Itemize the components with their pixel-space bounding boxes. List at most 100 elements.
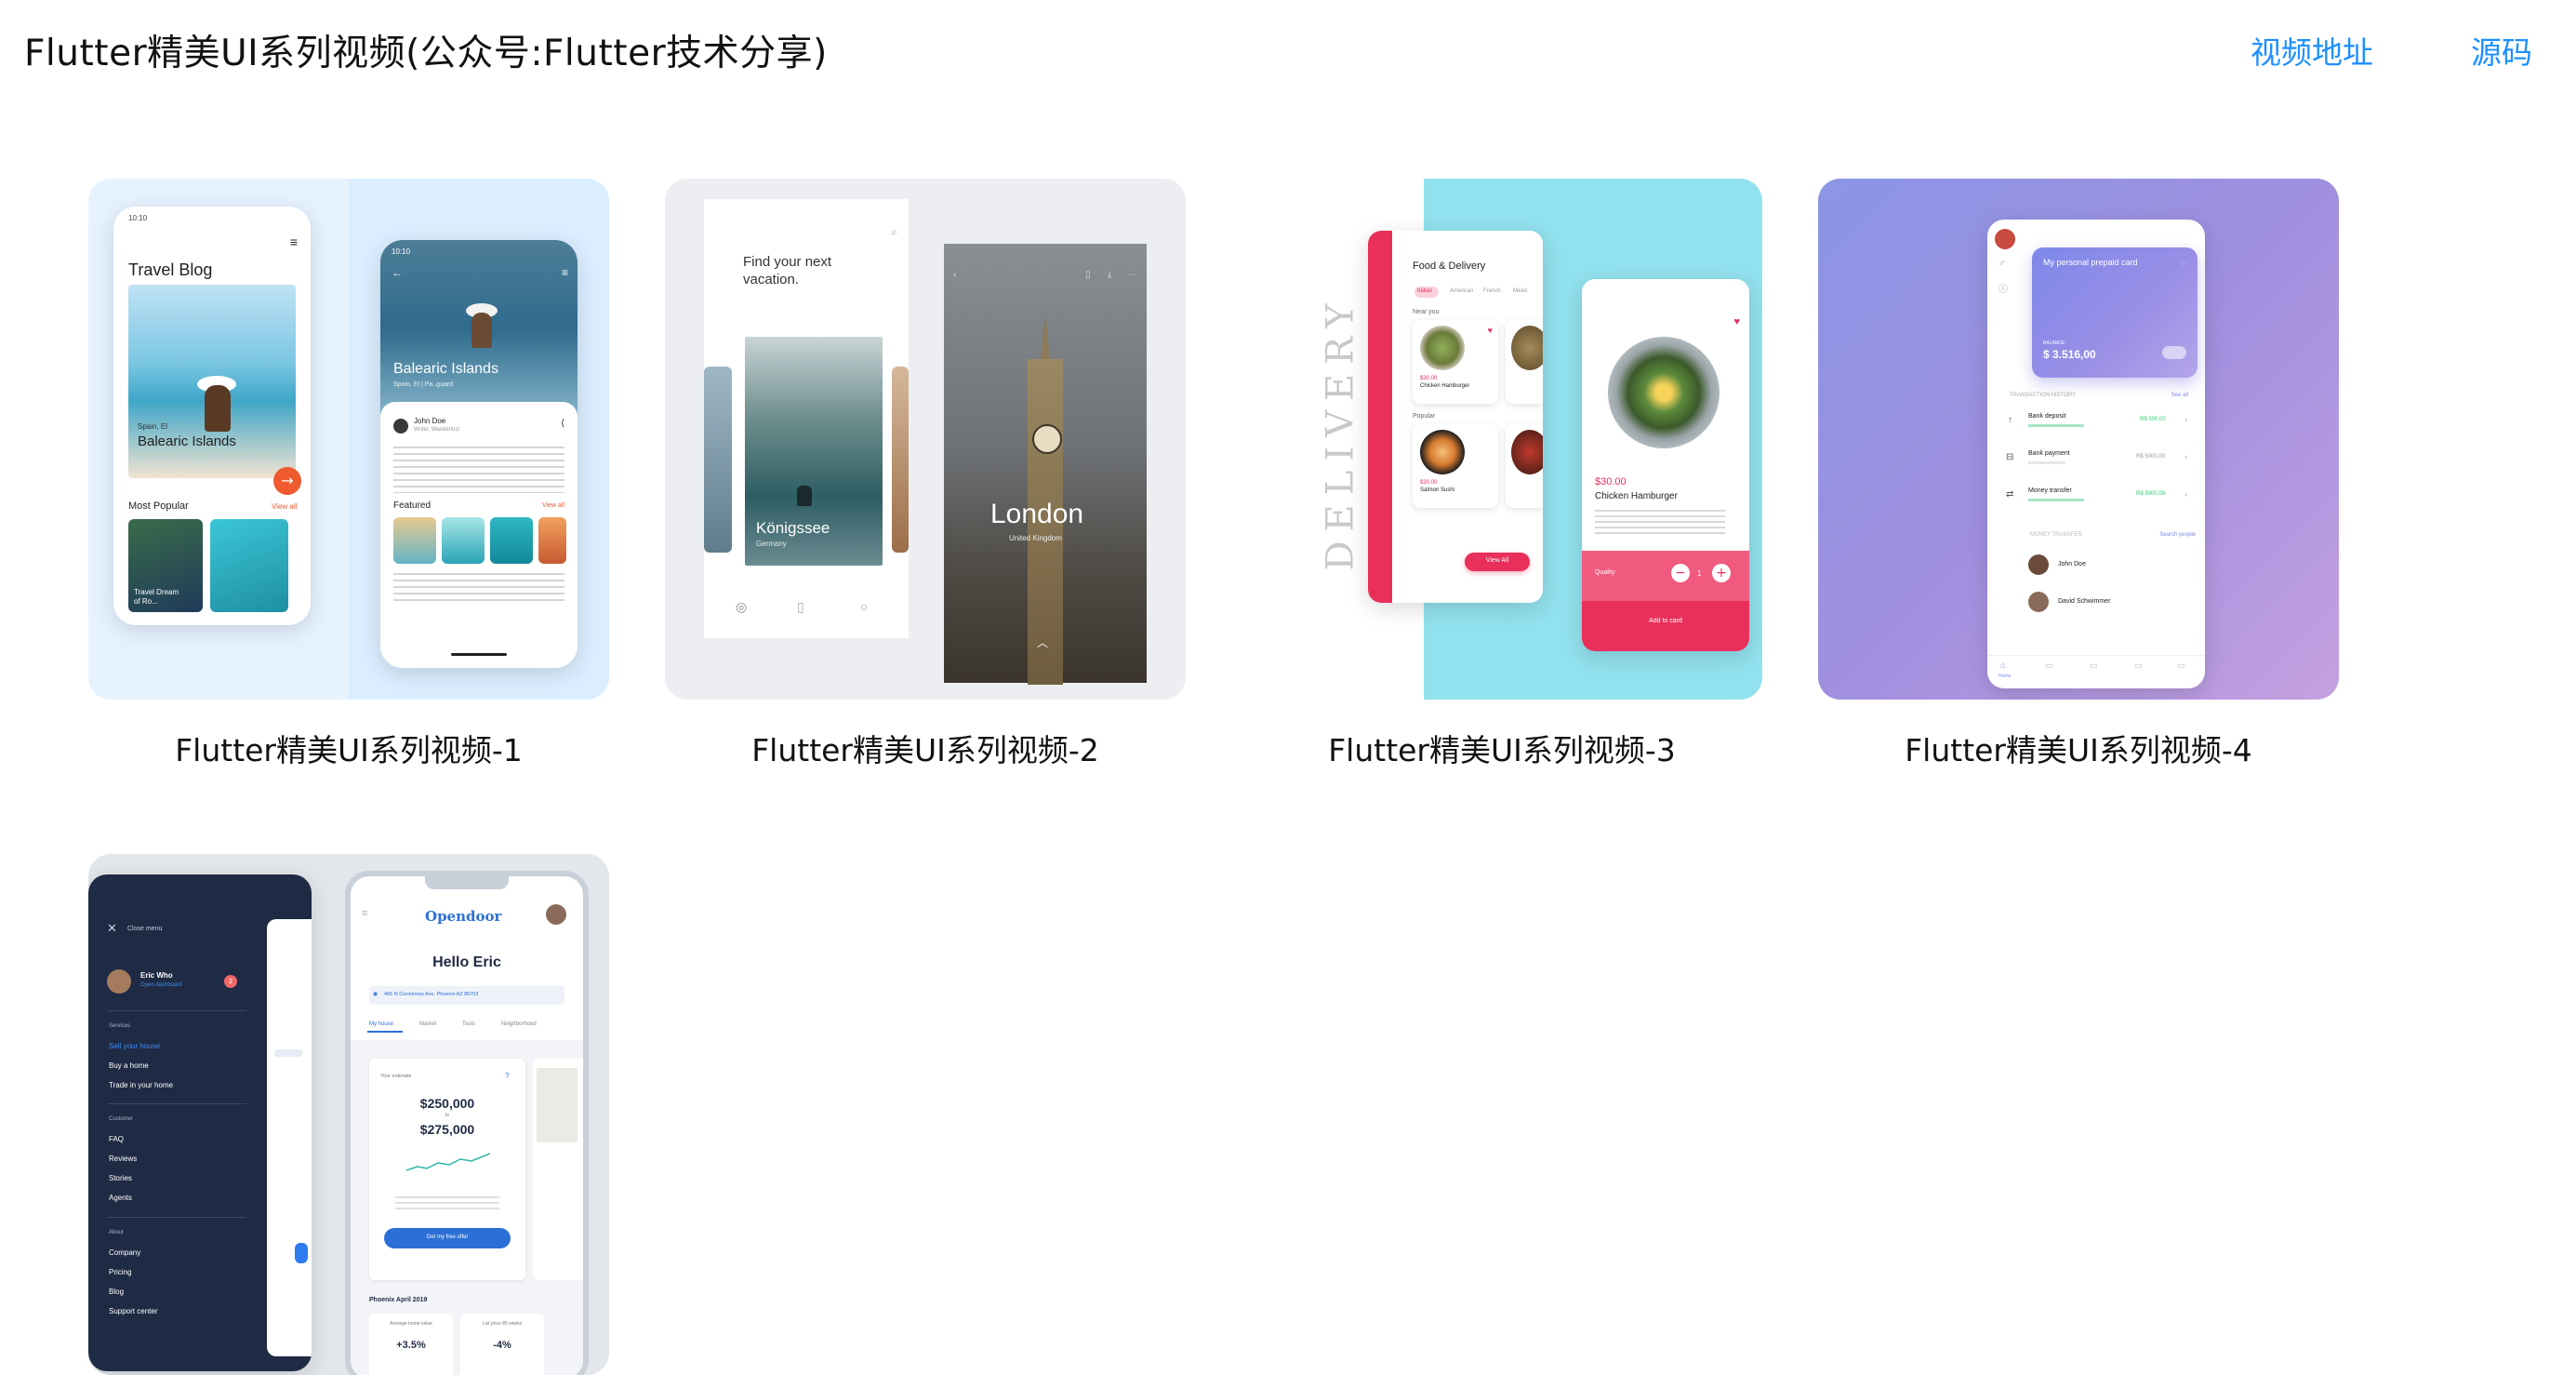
card-caption[interactable]: Flutter精美UI系列视频-4 — [1818, 726, 2339, 770]
chevron-up-icon[interactable]: ︿ — [1037, 634, 1048, 650]
back-arrow-icon[interactable]: ‹ — [953, 270, 956, 280]
chip-label[interactable]: American — [1450, 288, 1473, 294]
bookmark-icon[interactable]: ▯ — [1085, 270, 1091, 280]
home-icon[interactable]: ⌂ — [2000, 661, 2005, 670]
menu-item[interactable]: Reviews — [109, 1154, 137, 1163]
menu-item[interactable]: Pricing — [109, 1268, 131, 1276]
info-icon[interactable]: ⓘ — [1998, 281, 2008, 295]
featured-tile[interactable] — [538, 517, 566, 564]
settings-icon[interactable]: ◌ — [2181, 259, 2186, 269]
address-field[interactable]: ◉ 456 N Coronimos Ave, Phoenix AZ 85703 — [369, 986, 564, 1005]
card-thumbnail[interactable]: 10:10 ≡ Travel Blog Spain, El Balearic I… — [88, 179, 609, 700]
view-all-link[interactable]: View all — [272, 502, 297, 511]
chip-label[interactable]: French — [1483, 288, 1501, 294]
featured-tile[interactable] — [490, 517, 533, 564]
menu-item[interactable]: Stories — [109, 1174, 132, 1182]
menu-item[interactable]: Support center — [109, 1307, 157, 1315]
dashboard-link[interactable]: Open dashboard — [140, 982, 182, 988]
popular-tile[interactable]: Travel Dream of Ro... — [128, 519, 203, 612]
share-icon[interactable]: ⟨ — [561, 419, 564, 429]
nav-icon[interactable]: ▭ — [2090, 661, 2098, 671]
menu-item[interactable]: Agents — [109, 1194, 132, 1202]
see-all-link[interactable]: See all — [2171, 393, 2188, 398]
add-to-cart-button[interactable]: Add to card — [1582, 618, 1749, 624]
explore-icon[interactable]: ◎ — [736, 599, 747, 615]
card-thumbnail[interactable]: ✕ Close menu Eric Who Open dashboard 2 S… — [88, 854, 609, 1375]
food-card[interactable] — [1506, 320, 1543, 404]
menu-item[interactable]: FAQ — [109, 1135, 124, 1143]
minus-button[interactable]: − — [1671, 564, 1690, 582]
transaction-row[interactable]: ⊟ Bank payment R$ 5000,00 › — [2002, 447, 2198, 474]
plus-button[interactable]: + — [1712, 564, 1731, 582]
menu-item[interactable]: Trade in your home — [109, 1081, 173, 1089]
tab-neighborhood[interactable]: Neighborhood — [501, 1021, 537, 1027]
search-icon[interactable]: ⌕ — [891, 225, 897, 239]
free-offer-button[interactable]: Get my free offer — [384, 1228, 511, 1248]
card-thumbnail[interactable]: DELIVERY Food & Delivery Italian America… — [1242, 179, 1762, 700]
nav-icon[interactable]: ▭ — [2177, 661, 2185, 671]
card-caption[interactable]: Flutter精美UI系列视频-3 — [1242, 726, 1762, 770]
search-people-link[interactable]: Search people — [2159, 532, 2196, 538]
card-thumbnail[interactable]: Find your next vacation. ⌕ Königssee Ger… — [665, 179, 1186, 700]
chevron-right-icon: › — [2184, 452, 2187, 461]
view-all-button[interactable]: View All — [1465, 553, 1530, 571]
video-card-2[interactable]: Find your next vacation. ⌕ Königssee Ger… — [665, 179, 1186, 768]
transaction-name: Bank payment — [2028, 450, 2070, 457]
card-caption[interactable]: Flutter精美UI系列视频-1 — [88, 726, 609, 770]
tab-market[interactable]: Market — [419, 1021, 436, 1027]
video-link[interactable]: 视频地址 — [2251, 28, 2373, 73]
video-card-3[interactable]: DELIVERY Food & Delivery Italian America… — [1242, 179, 1762, 768]
destination-photo[interactable]: Königssee Germany — [745, 337, 883, 566]
featured-tile[interactable] — [442, 517, 485, 564]
tab-my-house[interactable]: My house — [369, 1021, 393, 1027]
back-arrow-icon[interactable]: ← — [392, 266, 403, 279]
estimate-card: Your estimate ? $250,000 to $275,000 Get… — [369, 1059, 525, 1280]
nav-icon[interactable]: ▭ — [2134, 661, 2143, 671]
video-card-1[interactable]: 10:10 ≡ Travel Blog Spain, El Balearic I… — [88, 179, 609, 768]
card-thumbnail[interactable]: ♂ ⓘ My personal prepaid card ◌ BALANCE $… — [1818, 179, 2339, 700]
person-row[interactable]: David Schwimmer — [2025, 588, 2192, 616]
transaction-row[interactable]: ⇄ Money transfer R$ 5000,00 › — [2002, 484, 2198, 512]
item-price: $30.00 — [1420, 376, 1438, 381]
user-name: Eric Who — [140, 971, 173, 980]
tab-tools[interactable]: Tools — [462, 1021, 475, 1027]
menu-item[interactable]: Buy a home — [109, 1061, 149, 1070]
menu-item[interactable]: Company — [109, 1248, 140, 1257]
menu-icon[interactable]: ≡ — [362, 908, 367, 919]
menu-icon[interactable]: ≡ — [562, 266, 568, 279]
close-menu-label[interactable]: Close menu — [127, 926, 162, 932]
more-icon[interactable]: ⋯ — [1128, 270, 1137, 280]
bookmark-icon[interactable]: ▯ — [797, 599, 804, 615]
gender-icon[interactable]: ♂ — [1998, 259, 2006, 269]
close-icon[interactable]: ✕ — [107, 921, 117, 936]
heart-icon[interactable]: ♥ — [1733, 316, 1740, 327]
help-icon[interactable]: ? — [505, 1072, 509, 1080]
video-card-4[interactable]: ♂ ⓘ My personal prepaid card ◌ BALANCE $… — [1818, 179, 2339, 768]
heart-icon[interactable]: ♥ — [1488, 326, 1493, 335]
menu-item[interactable]: Sell your house — [109, 1042, 160, 1050]
card-caption[interactable]: Flutter精美UI系列视频-2 — [665, 726, 1186, 770]
profile-icon[interactable]: ○ — [860, 599, 868, 614]
card-toggle[interactable] — [2162, 346, 2186, 359]
chip-label[interactable]: Mexic — [1513, 288, 1528, 294]
featured-tile[interactable] — [393, 517, 436, 564]
arrow-button[interactable]: → — [273, 467, 301, 495]
quantity-value: 1 — [1697, 569, 1702, 578]
food-card[interactable] — [1506, 424, 1543, 508]
nav-home-label: Home — [1998, 674, 2012, 679]
menu-item[interactable]: Blog — [109, 1288, 124, 1296]
person-row[interactable]: John Doe — [2025, 551, 2192, 579]
app-title: Food & Delivery — [1413, 260, 1486, 272]
view-all-link[interactable]: View all — [542, 502, 564, 509]
transaction-row[interactable]: ↑ Bank deposit R$ 500,00 › — [2002, 409, 2198, 437]
article-text — [393, 573, 564, 603]
popular-tile[interactable] — [210, 519, 288, 612]
video-card-5[interactable]: ✕ Close menu Eric Who Open dashboard 2 S… — [88, 854, 609, 1375]
download-icon[interactable]: ⤓ — [1108, 270, 1111, 280]
source-code-link[interactable]: 源码 — [2471, 28, 2532, 73]
food-card[interactable]: $30.00 Salmon Sushi — [1413, 424, 1498, 508]
headline: Find your next vacation. — [743, 254, 832, 287]
food-card[interactable]: ♥ $30.00 Chicken Hamburger — [1413, 320, 1498, 404]
nav-icon[interactable]: ▭ — [2045, 661, 2053, 671]
prepaid-card[interactable]: My personal prepaid card ◌ BALANCE $ 3.5… — [2032, 247, 2198, 378]
